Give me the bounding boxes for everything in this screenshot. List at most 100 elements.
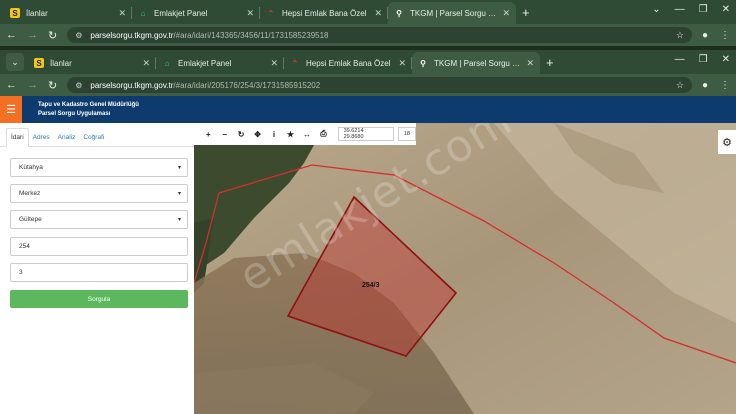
tab-close-icon[interactable]: ✕ xyxy=(246,8,254,19)
inner_window-tab-2[interactable]: ⌃ Hepsi Emlak Bana Özel ✕ xyxy=(284,52,412,74)
app-header: ☰ Tapu ve Kadastro Genel Müdürlüğü Parse… xyxy=(0,96,736,123)
tab-title: Hepsi Emlak Bana Özel xyxy=(282,8,367,18)
tab-close-icon[interactable]: ✕ xyxy=(142,58,150,69)
location-pin-icon: ⚲ xyxy=(396,8,402,18)
parsel-input[interactable]: 3 xyxy=(10,263,188,282)
print-icon[interactable]: ⎙ xyxy=(315,129,331,139)
ada-input-value: 254 xyxy=(19,243,30,250)
app-title-line1: Tapu ve Kadastro Genel Müdürlüğü xyxy=(38,101,139,108)
inner-url-host: parselsorgu.tkgm.gov.tr xyxy=(90,80,174,90)
chevron-down-icon: ▾ xyxy=(177,165,181,171)
tab-close-icon[interactable]: ✕ xyxy=(526,58,534,69)
tab-title: İlanlar xyxy=(26,8,48,18)
inner_window-tab-0[interactable]: S İlanlar ✕ xyxy=(28,52,156,74)
tab-title: Emlakjet Panel xyxy=(154,8,208,18)
coordinate-readout: 39.6214 : 29.8680 xyxy=(337,127,394,141)
outer_window-tab-2[interactable]: ⌃ Hepsi Emlak Bana Özel ✕ xyxy=(260,2,388,24)
il-select-value: Kütahya xyxy=(19,164,43,171)
inner-address-bar[interactable]: ⚙ parselsorgu.tkgm.gov.tr /#ara/idari/20… xyxy=(67,77,692,93)
new-tab-icon[interactable]: + xyxy=(546,55,554,70)
forward-icon[interactable]: → xyxy=(27,29,38,41)
parcel-label: 254/3 xyxy=(362,282,380,289)
close-icon[interactable]: ✕ xyxy=(722,4,730,15)
mahalle-select[interactable]: Gültepe ▾ xyxy=(10,210,188,229)
restore-icon[interactable]: ❐ xyxy=(699,54,708,65)
il-select[interactable]: Kütahya ▾ xyxy=(10,158,188,177)
more-menu-icon[interactable]: ⋮ xyxy=(720,80,730,91)
star-icon[interactable]: ★ xyxy=(282,130,298,139)
gear-icon[interactable]: ⚙ xyxy=(718,130,736,154)
info-icon[interactable]: i xyxy=(266,130,282,139)
outer-tab-strip: S İlanlar ✕ ⌂ Emlakjet Panel ✕ ⌃ Hepsi Emlak Ba… xyxy=(0,0,736,24)
locate-icon[interactable]: ✥ xyxy=(249,130,265,139)
tab-close-icon[interactable]: ✕ xyxy=(118,8,126,19)
back-icon[interactable]: ← xyxy=(6,29,17,41)
tab-adres[interactable]: Adres xyxy=(29,129,54,146)
roof-icon: ⌃ xyxy=(291,58,299,68)
measure-icon[interactable]: ↔ xyxy=(299,130,315,139)
parsel-input-value: 3 xyxy=(19,269,23,276)
inner-window-controls: — ❐ ✕ xyxy=(675,54,730,65)
tab-title: TKGM | Parsel Sorgu Uygulaması xyxy=(434,58,522,68)
inner_window-tab-1[interactable]: ⌂ Emlakjet Panel ✕ xyxy=(156,52,284,74)
minimize-icon[interactable]: — xyxy=(675,4,685,15)
tab-idari[interactable]: İdari xyxy=(6,128,29,147)
outer-address-bar[interactable]: ⚙ parselsorgu.tkgm.gov.tr /#ara/idari/14… xyxy=(67,27,692,43)
inner-tab-strip: ⌄ S İlanlar ✕ ⌂ Emlakjet Panel ✕ ⌃ Hepsi Emlak … xyxy=(0,50,736,74)
back-icon[interactable]: ← xyxy=(6,79,17,91)
bookmark-star-icon[interactable]: ☆ xyxy=(676,80,684,91)
tab-close-icon[interactable]: ✕ xyxy=(398,58,406,69)
tab-search-icon[interactable]: ⌄ xyxy=(6,53,24,71)
map-view[interactable]: emlakjet.com 254/3 + − ↻ ✥ i ★ ↔ ⎙ 39.62… xyxy=(194,123,736,414)
chevron-down-icon[interactable]: ⌄ xyxy=(652,4,660,15)
reload-icon[interactable]: ↻ xyxy=(48,79,57,92)
forward-icon[interactable]: → xyxy=(27,79,38,91)
chevron-down-icon: ▾ xyxy=(177,217,181,223)
reload-icon[interactable]: ↻ xyxy=(48,29,57,42)
zoom-out-icon[interactable]: − xyxy=(216,130,232,139)
chevron-down-icon: ▾ xyxy=(177,191,181,197)
outer-url-host: parselsorgu.tkgm.gov.tr xyxy=(90,30,174,40)
outer_window-tab-3[interactable]: ⚲ TKGM | Parsel Sorgu Uygulaması ✕ xyxy=(388,2,516,24)
inner-browser: ⌄ S İlanlar ✕ ⌂ Emlakjet Panel ✕ ⌃ Hepsi Emlak … xyxy=(0,50,736,96)
app-title-line2: Parsel Sorgu Uygulaması xyxy=(38,110,111,117)
profile-icon[interactable]: ● xyxy=(702,30,708,41)
tab-close-icon[interactable]: ✕ xyxy=(502,8,510,19)
ilce-select[interactable]: Merkez ▾ xyxy=(10,184,188,203)
more-menu-icon[interactable]: ⋮ xyxy=(720,30,730,41)
house-icon: ⌂ xyxy=(164,58,170,68)
outer_window-tab-1[interactable]: ⌂ Emlakjet Panel ✕ xyxy=(132,2,260,24)
favicon-s-icon: S xyxy=(10,8,20,18)
tab-close-icon[interactable]: ✕ xyxy=(270,58,278,69)
favicon-s-icon: S xyxy=(34,58,44,68)
map-toolbar: + − ↻ ✥ i ★ ↔ ⎙ 39.6214 : 29.8680 18 xyxy=(194,123,416,145)
roof-icon: ⌃ xyxy=(267,8,275,18)
ilce-select-value: Merkez xyxy=(19,190,41,197)
site-info-icon[interactable]: ⚙ xyxy=(75,81,82,90)
outer-browser: S İlanlar ✕ ⌂ Emlakjet Panel ✕ ⌃ Hepsi Emlak Ba… xyxy=(0,0,736,46)
outer_window-tab-0[interactable]: S İlanlar ✕ xyxy=(4,2,132,24)
bookmark-star-icon[interactable]: ☆ xyxy=(676,30,684,41)
house-icon: ⌂ xyxy=(140,8,146,18)
inner-url-path: /#ara/idari/205176/254/3/1731585915202 xyxy=(173,80,321,90)
profile-icon[interactable]: ● xyxy=(702,80,708,91)
outer-toolbar: ← → ↻ ⚙ parselsorgu.tkgm.gov.tr /#ara/id… xyxy=(0,24,736,46)
ada-input[interactable]: 254 xyxy=(10,237,188,256)
query-sidebar: İdari Adres Analiz Coğrafi Kütahya ▾ Mer… xyxy=(0,123,194,414)
restore-icon[interactable]: ❐ xyxy=(699,4,708,15)
menu-icon[interactable]: ☰ xyxy=(0,96,22,123)
tab-cografi[interactable]: Coğrafi xyxy=(79,129,108,146)
mahalle-select-value: Gültepe xyxy=(19,216,42,223)
tab-analiz[interactable]: Analiz xyxy=(54,129,80,146)
refresh-icon[interactable]: ↻ xyxy=(233,130,249,139)
inner_window-tab-3[interactable]: ⚲ TKGM | Parsel Sorgu Uygulaması ✕ xyxy=(412,52,540,74)
site-info-icon[interactable]: ⚙ xyxy=(75,31,82,40)
sorgula-button[interactable]: Sorgula xyxy=(10,290,188,308)
minimize-icon[interactable]: — xyxy=(675,54,685,65)
tab-title: Emlakjet Panel xyxy=(178,58,232,68)
zoom-in-icon[interactable]: + xyxy=(200,130,216,139)
close-icon[interactable]: ✕ xyxy=(722,54,730,65)
new-tab-icon[interactable]: + xyxy=(522,5,530,20)
tab-close-icon[interactable]: ✕ xyxy=(374,8,382,19)
zoom-level: 18 xyxy=(397,127,416,141)
